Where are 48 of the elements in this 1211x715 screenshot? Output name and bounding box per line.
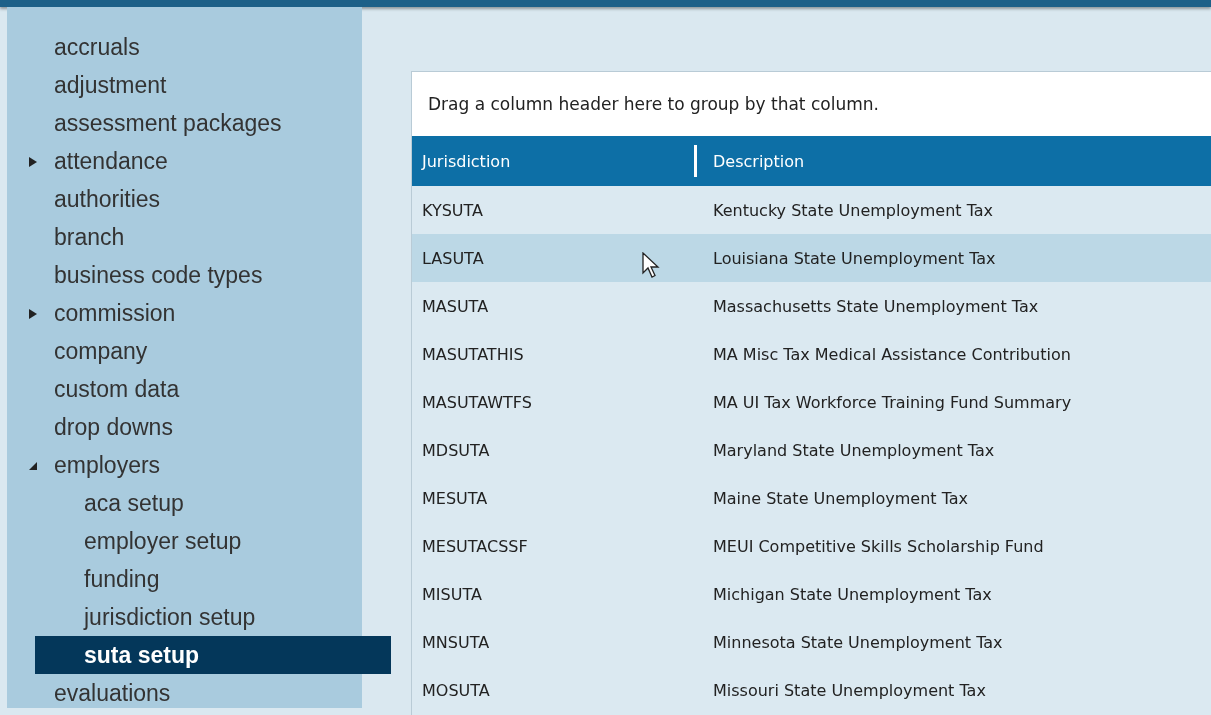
caret-right-icon[interactable] bbox=[27, 308, 39, 320]
table-cell: MOSUTA bbox=[422, 680, 490, 700]
sidebar-item[interactable]: accruals bbox=[7, 28, 362, 66]
sidebar-item[interactable]: drop downs bbox=[7, 408, 362, 446]
caret-down-icon[interactable] bbox=[27, 460, 39, 472]
mouse-pointer-icon bbox=[642, 252, 660, 278]
table-cell: Louisiana State Unemployment Tax bbox=[713, 248, 996, 268]
table-cell: MASUTATHIS bbox=[422, 344, 524, 364]
table-cell: MDSUTA bbox=[422, 440, 490, 460]
table-cell: Michigan State Unemployment Tax bbox=[713, 584, 992, 604]
table-cell: Maryland State Unemployment Tax bbox=[713, 440, 995, 460]
table-cell: LASUTA bbox=[422, 248, 484, 268]
sidebar-item[interactable]: suta setup bbox=[35, 636, 391, 674]
sidebar-item[interactable]: attendance bbox=[7, 142, 362, 180]
table-cell: MESUTACSSF bbox=[422, 536, 528, 556]
table-cell: MEUI Competitive Skills Scholarship Fund bbox=[713, 536, 1044, 556]
table-cell: MA UI Tax Workforce Training Fund Summary bbox=[713, 392, 1072, 412]
table-cell: Kentucky State Unemployment Tax bbox=[713, 200, 994, 220]
sidebar-item[interactable]: jurisdiction setup bbox=[7, 598, 362, 636]
table-cell: MESUTA bbox=[422, 488, 488, 508]
group-panel: Drag a column header here to group by that column. bbox=[412, 72, 1211, 136]
sidebar-item[interactable]: assessment packages bbox=[7, 104, 362, 142]
table-cell: Maine State Unemployment Tax bbox=[713, 488, 969, 508]
table-cell: Missouri State Unemployment Tax bbox=[713, 680, 986, 700]
sidebar-item[interactable]: adjustment bbox=[7, 66, 362, 104]
sidebar-item[interactable]: evaluations bbox=[7, 674, 362, 712]
sidebar-item[interactable]: authorities bbox=[7, 180, 362, 218]
table-cell: MASUTA bbox=[422, 296, 489, 316]
sidebar-item[interactable]: business code types bbox=[7, 256, 362, 294]
column-header[interactable]: Jurisdiction bbox=[412, 151, 694, 171]
table-cell: KYSUTA bbox=[422, 200, 484, 220]
sidebar-item[interactable]: branch bbox=[7, 218, 362, 256]
table-cell: Minnesota State Unemployment Tax bbox=[713, 632, 1003, 652]
grid-row[interactable]: LASUTA Louisiana State Unemployment Tax bbox=[412, 234, 1211, 282]
table-cell: MA Misc Tax Medical Assistance Contribution bbox=[713, 344, 1071, 364]
table-cell: MISUTA bbox=[422, 584, 482, 604]
sidebar-item[interactable]: custom data bbox=[7, 370, 362, 408]
caret-right-icon[interactable] bbox=[27, 156, 39, 168]
sidebar-item[interactable]: company bbox=[7, 332, 362, 370]
sidebar-item[interactable]: employer setup bbox=[7, 522, 362, 560]
sidebar-item[interactable]: employers bbox=[7, 446, 362, 484]
table-cell: Massachusetts State Unemployment Tax bbox=[713, 296, 1039, 316]
table-cell: MNSUTA bbox=[422, 632, 490, 652]
table-cell: MASUTAWTFS bbox=[422, 392, 532, 412]
sidebar-item[interactable]: commission bbox=[7, 294, 362, 332]
sidebar-item[interactable]: aca setup bbox=[7, 484, 362, 522]
sidebar-item[interactable]: funding bbox=[7, 560, 362, 598]
column-header[interactable]: Description bbox=[697, 151, 805, 171]
